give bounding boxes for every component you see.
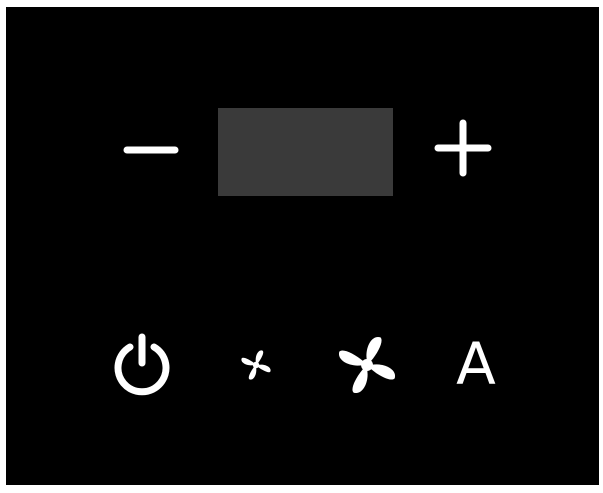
plus-icon: [434, 119, 492, 177]
auto-button[interactable]: A: [446, 329, 506, 399]
minus-button[interactable]: [122, 138, 180, 162]
minus-icon: [123, 146, 179, 154]
plus-button[interactable]: [433, 118, 493, 178]
power-button[interactable]: [108, 331, 176, 399]
power-icon: [114, 333, 170, 396]
control-panel: A: [6, 7, 599, 485]
value-display: [218, 108, 393, 196]
fan-icon: [241, 350, 271, 380]
fan-low-button[interactable]: [238, 347, 274, 383]
fan-high-button[interactable]: [334, 332, 400, 398]
fan-icon: [338, 336, 396, 394]
